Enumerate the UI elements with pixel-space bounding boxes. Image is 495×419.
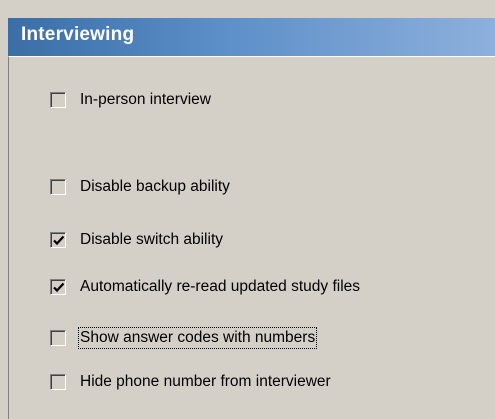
- panel-header: Interviewing: [8, 18, 495, 56]
- hide-phone-number-label[interactable]: Hide phone number from interviewer: [80, 373, 331, 391]
- disable-backup-checkbox[interactable]: [50, 179, 66, 195]
- auto-reread-checkbox[interactable]: [50, 279, 66, 295]
- in-person-interview-checkbox[interactable]: [50, 92, 66, 108]
- option-in-person-interview[interactable]: In-person interview: [50, 89, 211, 111]
- option-auto-reread[interactable]: Automatically re-read updated study file…: [50, 276, 360, 298]
- option-hide-phone-number[interactable]: Hide phone number from interviewer: [50, 371, 331, 393]
- settings-panel: Interviewing In-person interview Disable…: [0, 0, 495, 419]
- show-answer-codes-label[interactable]: Show answer codes with numbers: [77, 327, 318, 349]
- checkmark-icon: [53, 235, 65, 246]
- checkmark-icon: [53, 282, 65, 293]
- option-disable-switch[interactable]: Disable switch ability: [50, 229, 223, 251]
- option-show-answer-codes[interactable]: Show answer codes with numbers: [50, 327, 318, 349]
- in-person-interview-label[interactable]: In-person interview: [80, 91, 211, 109]
- disable-backup-label[interactable]: Disable backup ability: [80, 178, 230, 196]
- auto-reread-label[interactable]: Automatically re-read updated study file…: [80, 278, 360, 296]
- option-disable-backup[interactable]: Disable backup ability: [50, 176, 230, 198]
- disable-switch-label[interactable]: Disable switch ability: [80, 231, 223, 249]
- panel-title: Interviewing: [21, 24, 135, 45]
- show-answer-codes-checkbox[interactable]: [50, 330, 66, 346]
- hide-phone-number-checkbox[interactable]: [50, 374, 66, 390]
- disable-switch-checkbox[interactable]: [50, 232, 66, 248]
